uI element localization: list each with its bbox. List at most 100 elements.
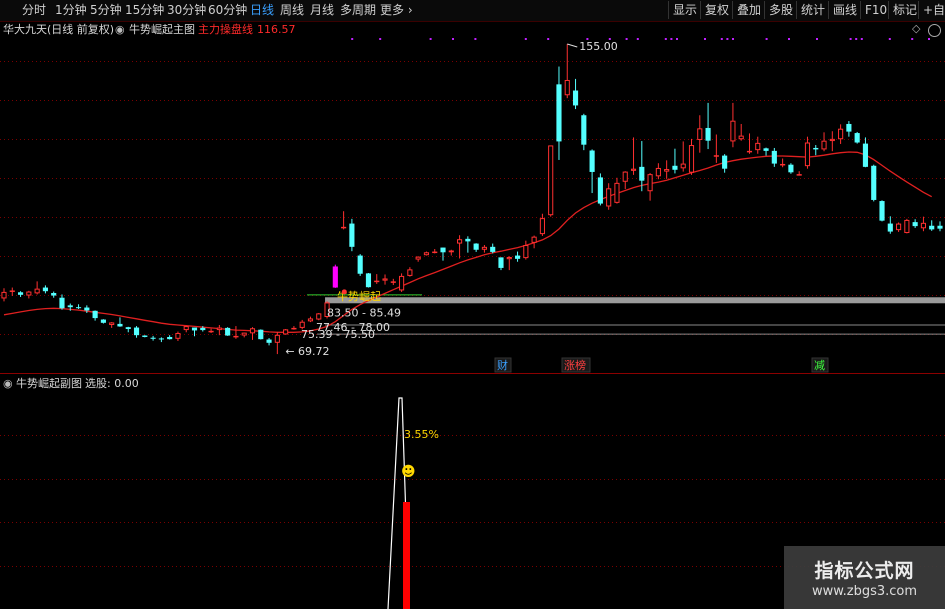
candle-body bbox=[564, 79, 570, 96]
support-zone-1 bbox=[325, 297, 945, 304]
candle-body bbox=[614, 182, 620, 203]
period-tab-5min[interactable]: 5分钟 bbox=[90, 2, 122, 19]
period-tab-daily[interactable]: 日线 bbox=[250, 2, 274, 19]
candle-body bbox=[341, 226, 347, 229]
add-favorite-button[interactable]: +自选 bbox=[918, 1, 945, 19]
candle-body bbox=[548, 145, 554, 216]
main-chart-panel[interactable]: 155.00 ← 69.72 83.50 - 85.49 77.46 - 78.00 7… bbox=[0, 22, 945, 373]
candle-body bbox=[838, 128, 844, 140]
period-tab-30min[interactable]: 30分钟 bbox=[167, 2, 206, 19]
candle-body bbox=[705, 127, 711, 141]
candlestick-chart[interactable]: 155.00← 69.7283.50 - 85.4977.46 - 78.007… bbox=[0, 22, 945, 373]
candle-body bbox=[481, 246, 487, 250]
candle-body bbox=[1, 291, 7, 299]
candle-body bbox=[639, 166, 645, 181]
candle-body bbox=[846, 123, 852, 132]
candle-body bbox=[415, 256, 421, 260]
candle-body bbox=[200, 327, 206, 331]
period-tab-multi[interactable]: 多周期 bbox=[340, 2, 376, 19]
candle-body bbox=[307, 318, 314, 322]
high-price-label: 155.00 bbox=[579, 40, 618, 53]
period-tab-1min[interactable]: 1分钟 bbox=[55, 2, 87, 19]
signal-marker bbox=[547, 38, 550, 40]
candle-body bbox=[622, 171, 628, 182]
watermark-logo: 指标公式网 www.zbgs3.com bbox=[784, 546, 945, 609]
candle-body bbox=[829, 138, 835, 142]
candle-body bbox=[432, 251, 438, 254]
candle-body bbox=[183, 326, 189, 331]
candle-body bbox=[291, 327, 297, 330]
smiley-icon: ☻ bbox=[401, 464, 416, 480]
multi-stock-button[interactable]: 多股 bbox=[764, 1, 797, 19]
signal-bar bbox=[403, 502, 410, 609]
period-toolbar: 分时 1分钟 5分钟 15分钟 30分钟 60分钟 日线 周线 月线 多周期 更… bbox=[0, 0, 945, 22]
candle-body bbox=[804, 142, 811, 167]
period-tab-intraday[interactable]: 分时 bbox=[22, 2, 46, 19]
candle-body bbox=[788, 164, 794, 173]
candle-body bbox=[896, 223, 902, 231]
candle-body bbox=[655, 167, 661, 177]
candle-body bbox=[34, 288, 40, 294]
candle-body bbox=[523, 245, 529, 259]
candle-body bbox=[175, 332, 181, 339]
candle-body bbox=[465, 238, 471, 242]
candle-body bbox=[357, 255, 363, 274]
overlay-button[interactable]: 叠加 bbox=[732, 1, 765, 19]
candle-body bbox=[150, 337, 156, 339]
more-label: 更多 bbox=[380, 3, 405, 17]
display-button[interactable]: 显示 bbox=[668, 1, 701, 19]
event-badge-text: 财 bbox=[497, 358, 508, 372]
period-tab-60min[interactable]: 60分钟 bbox=[208, 2, 247, 19]
candle-body bbox=[225, 327, 231, 336]
signal-marker bbox=[911, 38, 914, 40]
candle-body bbox=[167, 336, 173, 340]
candle-body bbox=[763, 148, 769, 151]
mark-button[interactable]: 标记 bbox=[888, 1, 921, 19]
adjust-button[interactable]: 复权 bbox=[700, 1, 733, 19]
candle-body bbox=[746, 150, 753, 153]
signal-marker bbox=[664, 38, 667, 40]
signal-marker bbox=[855, 38, 858, 40]
candle-body bbox=[912, 222, 918, 227]
candle-body bbox=[117, 323, 123, 327]
high-pointer bbox=[567, 43, 578, 48]
candle-body bbox=[697, 128, 703, 140]
period-tab-15min[interactable]: 15分钟 bbox=[125, 2, 164, 19]
candle-body bbox=[51, 293, 57, 296]
candle-body bbox=[349, 223, 355, 247]
sub-indicator-name[interactable]: 牛势崛起副图 bbox=[16, 376, 82, 392]
signal-marker bbox=[670, 38, 673, 40]
candle-body bbox=[407, 269, 413, 276]
candle-body bbox=[647, 174, 653, 192]
period-tab-weekly[interactable]: 周线 bbox=[280, 2, 304, 19]
candle-body bbox=[688, 145, 695, 173]
candle-body bbox=[813, 147, 819, 150]
candle-body bbox=[208, 330, 214, 333]
candle-body bbox=[473, 243, 479, 250]
zone1-label: 83.50 - 85.49 bbox=[327, 306, 401, 319]
signal-marker bbox=[732, 38, 734, 40]
candle-body bbox=[871, 165, 877, 200]
panel-divider[interactable] bbox=[0, 373, 945, 374]
more-periods-button[interactable]: 更多 › bbox=[380, 2, 413, 19]
period-tab-monthly[interactable]: 月线 bbox=[310, 2, 334, 19]
candle-body bbox=[630, 168, 637, 171]
f10-button[interactable]: F10 bbox=[860, 1, 891, 19]
zone3-label: 75.39 - 75.50 bbox=[301, 328, 375, 341]
statistics-button[interactable]: 统计 bbox=[796, 1, 829, 19]
candle-body bbox=[142, 335, 148, 337]
candle-body bbox=[937, 225, 943, 229]
signal-marker bbox=[429, 38, 432, 40]
candle-body bbox=[597, 177, 603, 204]
candle-body bbox=[109, 322, 115, 325]
candle-body bbox=[606, 188, 612, 207]
candle-body bbox=[17, 292, 24, 295]
candle-body bbox=[780, 163, 786, 166]
low-price-label: ← 69.72 bbox=[285, 345, 329, 358]
draw-line-button[interactable]: 画线 bbox=[828, 1, 861, 19]
sub-indicator-settings-icon[interactable]: ◉ bbox=[3, 376, 13, 392]
watermark-url: www.zbgs3.com bbox=[811, 584, 918, 599]
candle-body bbox=[191, 327, 198, 331]
signal-marker bbox=[452, 38, 454, 40]
signal-marker bbox=[928, 38, 930, 40]
